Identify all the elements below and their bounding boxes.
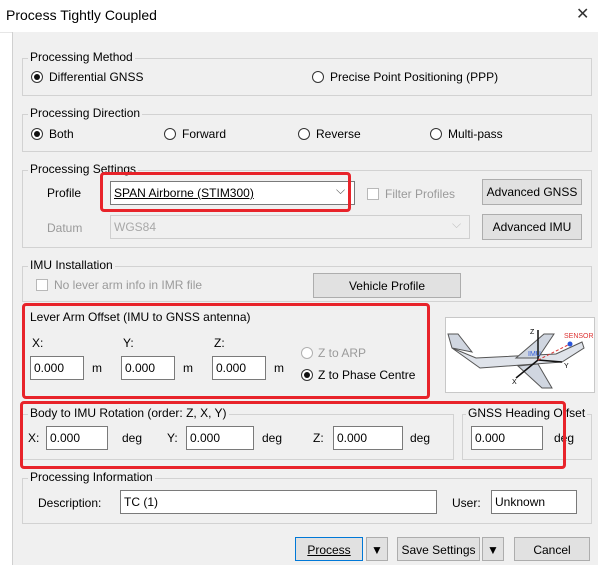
filter-profiles-label: Filter Profiles [385,187,456,201]
processing-direction-label: Processing Direction [28,106,143,120]
window-title: Process Tightly Coupled [6,7,157,23]
rotation-x-label: X: [28,431,40,445]
save-dropdown-button[interactable]: ▼ [482,537,504,561]
chevron-down-icon[interactable]: ⌵ [336,183,345,198]
differential-gnss-label: Differential GNSS [49,70,144,84]
both-label: Both [49,127,74,141]
process-button[interactable]: Process [295,537,363,561]
diagram-x-label: X [512,379,517,386]
rotation-z-label: Z: [313,431,324,445]
rotation-z-unit: deg [410,431,431,445]
lever-x-input[interactable]: 0.000 [30,356,84,380]
user-label: User: [452,496,481,510]
lever-y-unit: m [183,361,193,375]
lever-y-label: Y: [123,336,134,350]
lever-arm-label: Lever Arm Offset (IMU to GNSS antenna) [30,310,251,324]
datum-label: Datum [47,221,83,235]
datum-select[interactable]: WGS84 [110,215,470,239]
user-input[interactable]: Unknown [491,490,577,514]
radio-z-to-arp[interactable] [301,347,313,359]
diagram-sensor-label: SENSOR [564,333,594,340]
diagram-z-label: Z [530,329,535,336]
lever-z-unit: m [274,361,284,375]
processing-method-label: Processing Method [28,50,135,64]
profile-value: SPAN Airborne (STIM300) [114,186,254,200]
advanced-imu-button[interactable]: Advanced IMU [482,214,582,240]
save-settings-button[interactable]: Save Settings [397,537,480,561]
datum-value: WGS84 [114,220,157,234]
processing-settings-label: Processing Settings [28,162,139,176]
description-input[interactable]: TC (1) [120,490,437,514]
radio-both[interactable] [31,128,43,140]
lever-x-label: X: [32,336,44,350]
radio-differential-gnss[interactable] [31,71,43,83]
lever-x-unit: m [92,361,102,375]
profile-label: Profile [47,186,82,200]
gnss-heading-input[interactable]: 0.000 [471,426,543,450]
lever-z-label: Z: [214,336,225,350]
rotation-z-input[interactable]: 0.000 [333,426,403,450]
diagram-y-label: Y [564,363,569,370]
gnss-heading-unit: deg [554,431,575,445]
radio-z-to-phase-centre[interactable] [301,369,313,381]
reverse-label: Reverse [316,127,361,141]
gnss-heading-label: GNSS Heading Offset [466,406,588,420]
imu-installation-label: IMU Installation [28,258,115,272]
radio-multipass[interactable] [430,128,442,140]
rotation-y-unit: deg [262,431,283,445]
lever-y-input[interactable]: 0.000 [121,356,175,380]
radio-forward[interactable] [164,128,176,140]
no-lever-arm-checkbox[interactable] [36,279,48,291]
description-label: Description: [38,496,102,510]
radio-reverse[interactable] [298,128,310,140]
aircraft-diagram: Z SENSOR IMU X Y [445,317,595,393]
lever-z-input[interactable]: 0.000 [212,356,266,380]
ppp-label: Precise Point Positioning (PPP) [330,70,499,84]
processing-info-label: Processing Information [28,470,155,484]
radio-ppp[interactable] [312,71,324,83]
rotation-y-input[interactable]: 0.000 [186,426,254,450]
process-dropdown-button[interactable]: ▼ [366,537,388,561]
rotation-x-input[interactable]: 0.000 [46,426,108,450]
z-to-phase-centre-label: Z to Phase Centre [318,368,416,382]
rotation-y-label: Y: [167,431,178,445]
forward-label: Forward [182,127,227,141]
datum-chevron-icon: ⌵ [452,217,462,231]
advanced-gnss-button[interactable]: Advanced GNSS [482,179,582,205]
profile-select[interactable]: SPAN Airborne (STIM300) [110,181,355,205]
z-to-arp-label: Z to ARP [318,346,367,360]
rotation-x-unit: deg [122,431,143,445]
diagram-imu-label: IMU [528,351,541,358]
close-icon[interactable]: ✕ [576,4,589,24]
airplane-icon: Z SENSOR IMU X Y [447,329,594,389]
rotation-label: Body to IMU Rotation (order: Z, X, Y) [28,406,229,420]
cancel-button[interactable]: Cancel [514,537,590,561]
filter-profiles-checkbox[interactable] [367,188,379,200]
multipass-label: Multi-pass [448,127,503,141]
vehicle-profile-button[interactable]: Vehicle Profile [313,273,461,298]
no-lever-arm-label: No lever arm info in IMR file [54,278,203,292]
